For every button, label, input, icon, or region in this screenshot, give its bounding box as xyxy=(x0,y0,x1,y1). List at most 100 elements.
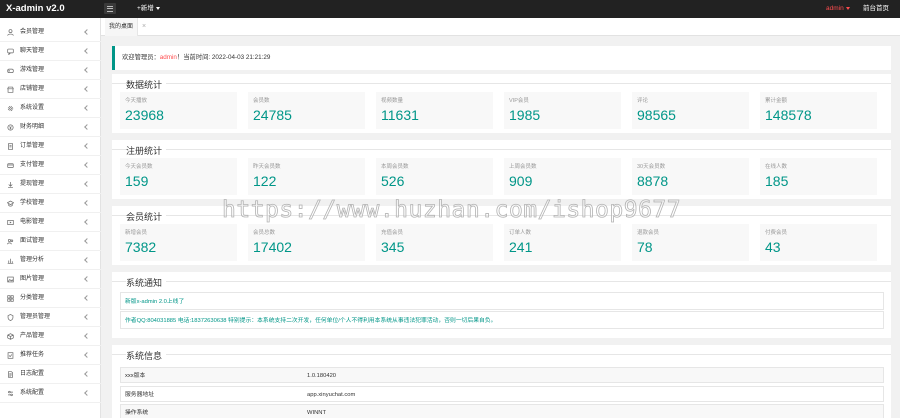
stat-today-plays[interactable]: 今天播放 23968 xyxy=(120,92,237,129)
stat-order-users[interactable]: 订单人数 241 xyxy=(504,224,621,261)
stat-today-members[interactable]: 今天会员数 159 xyxy=(120,158,237,195)
sidebar-item-admins[interactable]: 管理员管理 xyxy=(0,308,101,327)
sidebar-item-payment[interactable]: 支付管理 xyxy=(0,156,101,175)
task-icon xyxy=(7,352,14,359)
app-logo[interactable]: X-admin v2.0 xyxy=(0,0,101,18)
tab-my-desktop[interactable]: 我的桌面 xyxy=(105,18,139,36)
notice-item[interactable]: 新版x-admin 2.0上线了 xyxy=(120,292,884,310)
sidebar-item-school[interactable]: 学校管理 xyxy=(0,194,101,213)
chevron-left-icon xyxy=(84,371,90,377)
stat-videos[interactable]: 视频数量 11631 xyxy=(376,92,493,129)
chevron-left-icon xyxy=(84,219,90,225)
divider xyxy=(112,83,891,84)
order-icon xyxy=(8,143,13,150)
close-icon[interactable]: × xyxy=(142,18,146,36)
chevron-left-icon xyxy=(84,276,90,282)
sidebar-item-chat[interactable]: 聊天管理 xyxy=(0,42,101,61)
stat-recharge-members[interactable]: 充值会员 345 xyxy=(376,224,493,261)
chevron-left-icon xyxy=(84,238,90,244)
sidebar-item-config[interactable]: 系统配置 xyxy=(0,384,101,403)
sidebar-item-orders[interactable]: 订单管理 xyxy=(0,137,101,156)
stat-members[interactable]: 会员数 24785 xyxy=(248,92,365,129)
stat-week-members[interactable]: 本周会员数 526 xyxy=(376,158,493,195)
table-row: xxx版本 1.0.180420 xyxy=(120,367,884,383)
system-info-card: 系统信息 xxx版本 1.0.180420 服务器地址 app.xinyuchat.… xyxy=(112,345,891,418)
sidebar-item-finance[interactable]: 财务明细 xyxy=(0,118,101,137)
menu-icon xyxy=(107,5,113,7)
add-new-menu[interactable]: +新增 xyxy=(137,0,160,18)
table-row: 服务器地址 app.xinyuchat.com xyxy=(120,386,884,402)
divider xyxy=(112,354,891,355)
reg-stats-card: 注册统计 今天会员数 159 昨天会员数 122 本周会员数 526 上周会员数 909… xyxy=(112,140,891,199)
withdraw-icon xyxy=(8,182,13,188)
chevron-left-icon xyxy=(84,29,90,35)
stat-comments[interactable]: 评论 98565 xyxy=(632,92,749,129)
chevron-left-icon xyxy=(84,48,90,54)
stat-yesterday-members[interactable]: 昨天会员数 122 xyxy=(248,158,365,195)
notice-item: 作者QQ:804031885 电话:18372630638 特别提示：本系统支持… xyxy=(120,311,884,329)
log-icon xyxy=(8,371,13,378)
sidebar-item-images[interactable]: 图片管理 xyxy=(0,270,101,289)
data-stats-title: 数据统计 xyxy=(126,78,167,91)
frontend-home-link[interactable]: 前台首页 xyxy=(863,0,889,18)
system-notice-title: 系统通知 xyxy=(126,276,167,289)
menu-toggle-button[interactable] xyxy=(104,3,116,14)
product-icon xyxy=(7,333,14,340)
caret-down-icon xyxy=(155,6,160,10)
stat-paid-members[interactable]: 付费会员 43 xyxy=(760,224,877,261)
chevron-left-icon xyxy=(84,314,90,320)
sidebar-item-store[interactable]: 店铺管理 xyxy=(0,80,101,99)
gear-icon xyxy=(7,105,14,112)
sidebar-item-withdraw[interactable]: 提现管理 xyxy=(0,175,101,194)
system-info-title: 系统信息 xyxy=(126,349,167,362)
welcome-banner: 欢迎管理员：admin！当前时间: 2022-04-03 21:21:29 xyxy=(112,46,891,70)
chart-icon xyxy=(7,258,14,264)
user-icon xyxy=(7,29,14,36)
sidebar-item-members[interactable]: 会员管理 xyxy=(0,23,101,42)
chevron-left-icon xyxy=(84,257,90,263)
image-icon xyxy=(7,276,14,283)
chevron-left-icon xyxy=(84,200,90,206)
sidebar: 会员管理 聊天管理 游戏管理 店铺管理 系统设置 财务明细 订单管理 支付管理 … xyxy=(0,18,101,418)
chevron-left-icon xyxy=(84,162,90,168)
reg-stats-title: 注册统计 xyxy=(126,144,167,157)
chevron-left-icon xyxy=(84,105,90,111)
stat-total-amount[interactable]: 累计金额 148578 xyxy=(760,92,877,129)
config-icon xyxy=(8,390,13,397)
chevron-left-icon xyxy=(84,352,90,358)
interview-icon xyxy=(7,238,14,245)
sidebar-item-games[interactable]: 游戏管理 xyxy=(0,61,101,80)
pay-icon xyxy=(7,163,14,168)
data-stats-card: 数据统计 今天播放 23968 会员数 24785 视频数量 11631 VIP会员 1… xyxy=(112,74,891,133)
sidebar-item-category[interactable]: 分类管理 xyxy=(0,289,101,308)
chevron-left-icon xyxy=(84,124,90,130)
sidebar-item-movies[interactable]: 电影管理 xyxy=(0,213,101,232)
sidebar-item-settings[interactable]: 系统设置 xyxy=(0,99,101,118)
finance-icon xyxy=(7,124,14,131)
chevron-left-icon xyxy=(84,181,90,187)
store-icon xyxy=(7,86,14,93)
chevron-left-icon xyxy=(84,86,90,92)
user-menu[interactable]: admin xyxy=(826,0,850,18)
sidebar-item-tasks[interactable]: 推荐任务 xyxy=(0,346,101,365)
watermark-text: https://www.huzhan.com/ishop9677 xyxy=(222,197,682,224)
stat-total-members[interactable]: 会员总数 17402 xyxy=(248,224,365,261)
stat-new-members[interactable]: 新增会员 7382 xyxy=(120,224,237,261)
sidebar-item-logs[interactable]: 日志配置 xyxy=(0,365,101,384)
stat-30day-members[interactable]: 30天会员数 8878 xyxy=(632,158,749,195)
stat-online[interactable]: 在线人数 185 xyxy=(760,158,877,195)
sidebar-item-analysis[interactable]: 管理分析 xyxy=(0,251,101,270)
chevron-left-icon xyxy=(84,295,90,301)
divider xyxy=(112,281,891,282)
chevron-left-icon xyxy=(84,390,90,396)
category-icon xyxy=(7,295,14,302)
stat-refund-members[interactable]: 退款会员 78 xyxy=(632,224,749,261)
tab-bar: 我的桌面 × xyxy=(101,18,900,36)
chevron-left-icon xyxy=(84,143,90,149)
welcome-admin-name: admin xyxy=(159,54,177,61)
stat-vip[interactable]: VIP会员 1985 xyxy=(504,92,621,129)
sidebar-item-products[interactable]: 产品管理 xyxy=(0,327,101,346)
member-stats-title: 会员统计 xyxy=(126,210,167,223)
sidebar-item-interview[interactable]: 面试管理 xyxy=(0,232,101,251)
stat-last-week-members[interactable]: 上周会员数 909 xyxy=(504,158,621,195)
